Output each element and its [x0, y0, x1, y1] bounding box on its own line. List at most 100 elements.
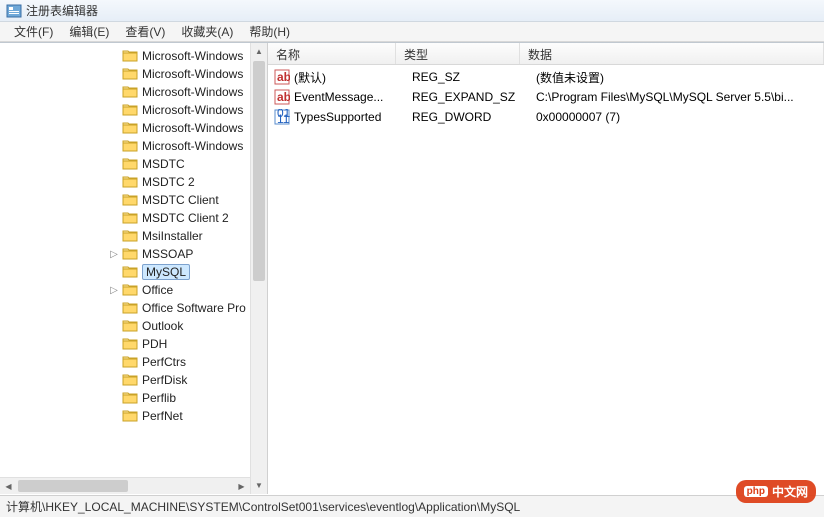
tree-item-label: MSDTC Client	[142, 193, 219, 207]
tree-item-label: Office Software Pro	[142, 301, 246, 315]
tree-item[interactable]: Perflib	[0, 389, 267, 407]
tree-item-label: PDH	[142, 337, 167, 351]
folder-icon	[122, 319, 138, 333]
tree-item[interactable]: ▷ MSSOAP	[0, 245, 267, 263]
list-row[interactable]: abEventMessage...REG_EXPAND_SZC:\Program…	[268, 87, 824, 107]
folder-icon	[122, 211, 138, 225]
cell-data: 0x00000007 (7)	[536, 110, 824, 124]
folder-icon	[122, 157, 138, 171]
folder-icon	[122, 373, 138, 387]
list-pane: 名称 类型 数据 ab (默认)REG_SZ(数值未设置)abEventMessa…	[268, 43, 824, 494]
scroll-left-icon[interactable]: ◀	[0, 478, 17, 494]
tree-item[interactable]: PDH	[0, 335, 267, 353]
folder-icon	[122, 265, 138, 279]
tree-item[interactable]: Microsoft-Windows	[0, 65, 267, 83]
scroll-down-icon[interactable]: ▼	[251, 477, 267, 494]
tree-item[interactable]: PerfCtrs	[0, 353, 267, 371]
list-row[interactable]: ab (默认)REG_SZ(数值未设置)	[268, 67, 824, 87]
scroll-right-icon[interactable]: ▶	[233, 478, 250, 494]
menu-view[interactable]: 查看(V)	[117, 21, 173, 42]
tree-scrollbar-vertical[interactable]: ▲ ▼	[250, 43, 267, 494]
tree-item[interactable]: Microsoft-Windows	[0, 83, 267, 101]
folder-icon	[122, 139, 138, 153]
cell-name: TypesSupported	[294, 110, 412, 124]
tree-item-label: MsiInstaller	[142, 229, 203, 243]
tree-item[interactable]: PerfDisk	[0, 371, 267, 389]
expander-icon[interactable]: ▷	[108, 285, 120, 296]
list-row[interactable]: 011110TypesSupportedREG_DWORD0x00000007 …	[268, 107, 824, 127]
string-value-icon: ab	[274, 69, 290, 85]
tree-item[interactable]: MSDTC Client 2	[0, 209, 267, 227]
svg-text:ab: ab	[277, 70, 290, 84]
folder-icon	[122, 175, 138, 189]
statusbar: 计算机\HKEY_LOCAL_MACHINE\SYSTEM\ControlSet…	[0, 495, 824, 517]
tree-item-label: MySQL	[142, 264, 190, 280]
cell-data: (数值未设置)	[536, 69, 824, 86]
tree-item[interactable]: PerfNet	[0, 407, 267, 425]
menu-file[interactable]: 文件(F)	[6, 21, 61, 42]
list-header: 名称 类型 数据	[268, 43, 824, 65]
tree-item[interactable]: Office Software Pro	[0, 299, 267, 317]
menubar: 文件(F) 编辑(E) 查看(V) 收藏夹(A) 帮助(H)	[0, 22, 824, 42]
menu-edit[interactable]: 编辑(E)	[61, 21, 117, 42]
folder-icon	[122, 283, 138, 297]
svg-text:ab: ab	[277, 90, 290, 104]
menu-help[interactable]: 帮助(H)	[241, 21, 298, 42]
tree-item-label: MSDTC	[142, 157, 185, 171]
column-type[interactable]: 类型	[396, 43, 520, 64]
cell-type: REG_DWORD	[412, 110, 536, 124]
column-name[interactable]: 名称	[268, 43, 396, 64]
titlebar: 注册表编辑器	[0, 0, 824, 22]
string-value-icon: ab	[274, 89, 290, 105]
tree-item[interactable]: Microsoft-Windows	[0, 137, 267, 155]
tree-pane: Microsoft-Windows Microsoft-Windows Micros…	[0, 43, 268, 494]
folder-icon	[122, 49, 138, 63]
tree-item-label: PerfDisk	[142, 373, 187, 387]
cell-type: REG_EXPAND_SZ	[412, 90, 536, 104]
tree-item-label: MSDTC 2	[142, 175, 195, 189]
cell-type: REG_SZ	[412, 70, 536, 84]
tree-item[interactable]: MSDTC	[0, 155, 267, 173]
tree-item-label: Microsoft-Windows	[142, 67, 243, 81]
tree-item[interactable]: ▷ Office	[0, 281, 267, 299]
svg-text:110: 110	[277, 112, 290, 125]
tree-item[interactable]: MSDTC 2	[0, 173, 267, 191]
watermark-badge: php	[744, 486, 768, 497]
window-title: 注册表编辑器	[26, 2, 98, 19]
folder-icon	[122, 103, 138, 117]
content-area: Microsoft-Windows Microsoft-Windows Micros…	[0, 42, 824, 494]
tree-item-label: PerfCtrs	[142, 355, 186, 369]
folder-icon	[122, 247, 138, 261]
tree-item[interactable]: MsiInstaller	[0, 227, 267, 245]
tree-item-label: Microsoft-Windows	[142, 103, 243, 117]
scroll-up-icon[interactable]: ▲	[251, 43, 267, 60]
folder-icon	[122, 337, 138, 351]
tree-scrollbar-horizontal[interactable]: ◀ ▶	[0, 477, 250, 494]
folder-icon	[122, 229, 138, 243]
statusbar-path: 计算机\HKEY_LOCAL_MACHINE\SYSTEM\ControlSet…	[6, 498, 520, 515]
tree-item[interactable]: MySQL	[0, 263, 267, 281]
folder-icon	[122, 391, 138, 405]
scroll-thumb[interactable]	[253, 61, 265, 281]
tree-item-label: Outlook	[142, 319, 183, 333]
folder-icon	[122, 193, 138, 207]
tree-item[interactable]: MSDTC Client	[0, 191, 267, 209]
menu-favorites[interactable]: 收藏夹(A)	[173, 21, 241, 42]
tree-item[interactable]: Microsoft-Windows	[0, 119, 267, 137]
tree-item[interactable]: Microsoft-Windows	[0, 101, 267, 119]
tree-item[interactable]: Microsoft-Windows	[0, 47, 267, 65]
tree-item-label: Microsoft-Windows	[142, 85, 243, 99]
folder-icon	[122, 301, 138, 315]
column-data[interactable]: 数据	[520, 43, 824, 64]
tree-item-label: Microsoft-Windows	[142, 121, 243, 135]
expander-icon[interactable]: ▷	[108, 249, 120, 260]
folder-icon	[122, 121, 138, 135]
tree-item-label: PerfNet	[142, 409, 183, 423]
tree-item-label: Office	[142, 283, 173, 297]
scroll-thumb[interactable]	[18, 480, 128, 492]
watermark: php 中文网	[736, 480, 816, 503]
cell-name: (默认)	[294, 69, 412, 86]
tree-item-label: Microsoft-Windows	[142, 139, 243, 153]
tree-item[interactable]: Outlook	[0, 317, 267, 335]
tree-item-label: MSSOAP	[142, 247, 193, 261]
